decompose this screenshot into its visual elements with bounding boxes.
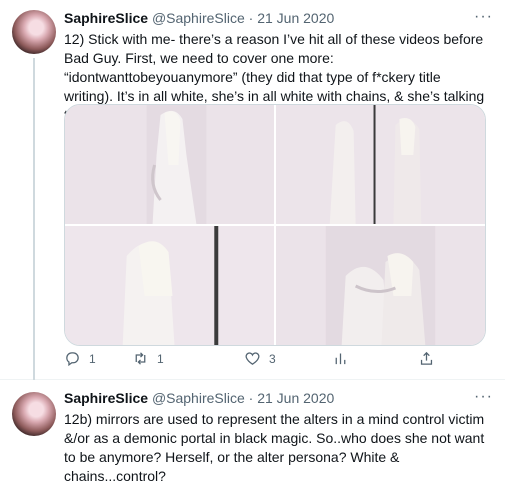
like-button[interactable]: 3: [244, 350, 276, 367]
more-options-icon[interactable]: ···: [474, 388, 493, 406]
author-name[interactable]: SaphireSlice: [64, 390, 148, 406]
separator-dot: ·: [248, 390, 254, 406]
analytics-icon: [335, 353, 346, 365]
tweet-header: SaphireSlice @SaphireSlice · 21 Jun 2020: [64, 390, 334, 406]
author-handle[interactable]: @SaphireSlice: [152, 10, 245, 26]
media-image[interactable]: [65, 226, 274, 345]
retweet-button[interactable]: 1: [132, 350, 164, 367]
tweet-header: SaphireSlice @SaphireSlice · 21 Jun 2020: [64, 10, 334, 26]
author-name[interactable]: SaphireSlice: [64, 10, 148, 26]
reply-count: 1: [89, 351, 96, 366]
tweet-date[interactable]: 21 Jun 2020: [257, 390, 334, 406]
tweet-date[interactable]: 21 Jun 2020: [257, 10, 334, 26]
thread-connector-line: [33, 58, 35, 380]
more-options-icon[interactable]: ···: [474, 8, 493, 26]
media-grid: [64, 104, 486, 346]
media-image[interactable]: [276, 226, 485, 345]
retweet-count: 1: [157, 351, 164, 366]
media-image[interactable]: [65, 105, 274, 224]
like-count: 3: [269, 351, 276, 366]
media-image[interactable]: [276, 105, 485, 224]
separator-dot: ·: [248, 10, 254, 26]
reply-icon: [66, 352, 79, 367]
avatar[interactable]: [12, 392, 56, 436]
avatar[interactable]: [12, 10, 56, 54]
tweet[interactable]: SaphireSlice @SaphireSlice · 21 Jun 2020…: [0, 0, 505, 380]
action-bar: 1 1 3: [64, 350, 494, 372]
retweet-icon: [135, 352, 146, 365]
analytics-button[interactable]: [332, 350, 349, 367]
reply-button[interactable]: 1: [64, 350, 96, 367]
share-button[interactable]: [418, 350, 435, 367]
share-icon: [420, 351, 433, 365]
like-icon: [245, 352, 260, 365]
tweet[interactable]: SaphireSlice @SaphireSlice · 21 Jun 2020…: [0, 380, 505, 484]
author-handle[interactable]: @SaphireSlice: [152, 390, 245, 406]
tweet-text: 12b) mirrors are used to represent the a…: [64, 411, 485, 484]
